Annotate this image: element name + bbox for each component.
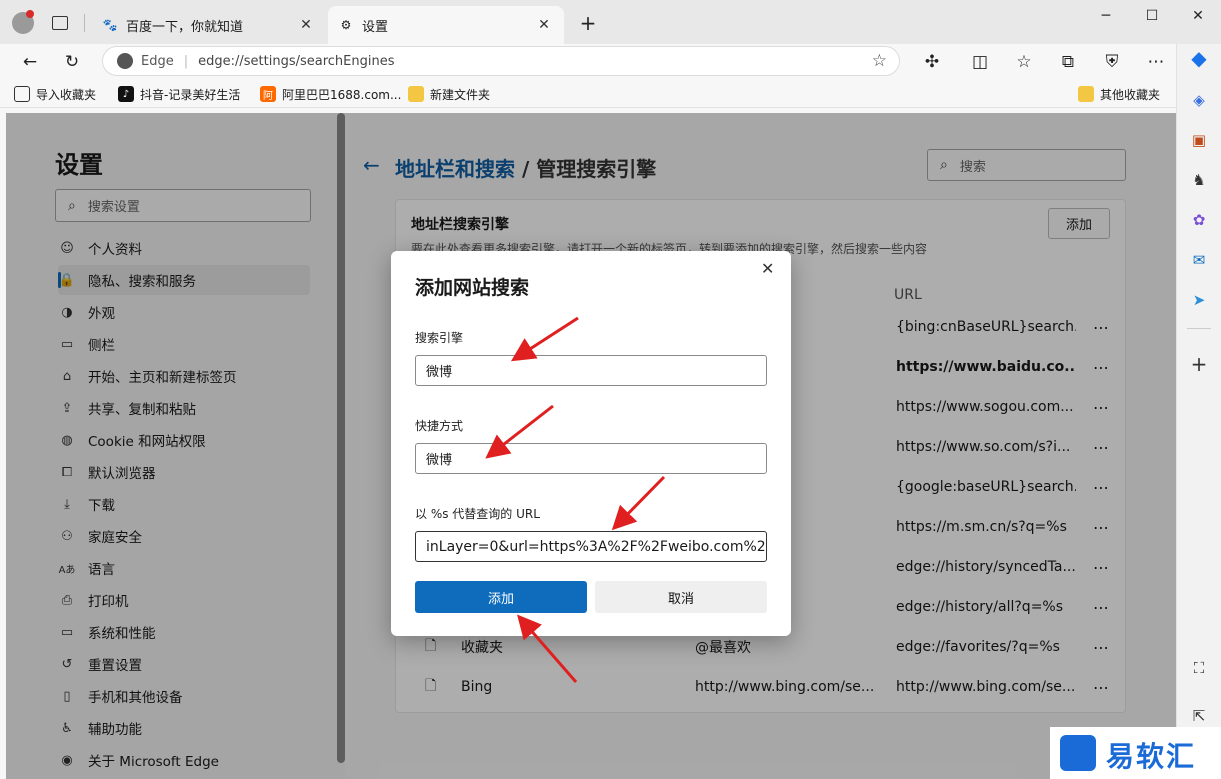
favorites-icon[interactable]: ☆ [1010, 48, 1038, 76]
favorite-label: 抖音-记录美好生活 [140, 87, 241, 102]
watermark-text: 易软汇 [1106, 740, 1197, 773]
close-icon[interactable]: ✕ [534, 17, 554, 33]
external-icon[interactable]: ⇱ [1187, 704, 1211, 728]
toolbox-icon[interactable]: ▣ [1187, 128, 1211, 152]
tab-actions-icon[interactable] [52, 16, 68, 30]
alibaba-icon: 阿 [260, 86, 276, 102]
outlook-icon[interactable]: ✉ [1187, 248, 1211, 272]
screenshot-icon[interactable]: ⛶ [1187, 656, 1211, 680]
favorites-bar: 导入收藏夹 ♪ 抖音-记录美好生活 阿 阿里巴巴1688.com... 新建文件… [0, 80, 1176, 108]
collections-icon[interactable]: ⧉ [1054, 48, 1082, 76]
toolbar: ← ↻ Edge | edge://settings/searchEngines… [0, 44, 1176, 78]
url-text[interactable]: edge://settings/searchEngines [198, 54, 394, 69]
more-icon[interactable]: ⋯ [1142, 48, 1170, 76]
extensions-icon[interactable]: ✣ [918, 48, 946, 76]
add-button[interactable]: 添加 [415, 581, 587, 613]
tab-label: 百度一下，你就知道 [126, 19, 244, 35]
edge-icon [117, 53, 133, 69]
tab-label: 设置 [362, 19, 389, 35]
folder-icon [408, 86, 424, 102]
shortcut-input[interactable]: 微博 [415, 443, 767, 474]
cancel-button[interactable]: 取消 [595, 581, 767, 613]
send-icon[interactable]: ➤ [1187, 288, 1211, 312]
close-icon[interactable]: ✕ [296, 17, 316, 33]
engine-input[interactable]: 微博 [415, 355, 767, 386]
favorite-star-icon[interactable]: ☆ [872, 51, 887, 71]
split-screen-icon[interactable]: ◫ [966, 48, 994, 76]
douyin-icon: ♪ [118, 86, 134, 102]
new-tab-button[interactable]: + [576, 12, 600, 36]
favorite-import[interactable]: 导入收藏夹 [14, 84, 96, 104]
close-window-button[interactable]: ✕ [1175, 0, 1221, 32]
chess-icon[interactable]: ♞ [1187, 168, 1211, 192]
add-site-search-dialog: 添加网站搜索 ✕ 搜索引擎 微博 快捷方式 微博 以 %s 代替查询的 URL … [391, 251, 791, 636]
maximize-button[interactable]: ☐ [1129, 0, 1175, 32]
other-favorites[interactable]: 其他收藏夹 [1078, 84, 1160, 104]
favorite-label: 阿里巴巴1688.com... [282, 87, 402, 102]
minimize-button[interactable]: ─ [1083, 0, 1129, 32]
site-label: Edge [141, 53, 174, 69]
browser-essentials-icon[interactable]: ⛨ [1098, 48, 1126, 76]
import-icon [14, 86, 30, 102]
sidebar-divider [1187, 328, 1211, 329]
dialog-title: 添加网站搜索 [415, 277, 530, 299]
folder-icon [1078, 86, 1094, 102]
baidu-icon: 🐾 [102, 18, 118, 32]
address-divider: | [183, 53, 189, 69]
favorite-label: 导入收藏夹 [36, 87, 97, 102]
tag-icon[interactable]: ◈ [1187, 88, 1211, 112]
url-input[interactable]: inLayer=0&url=https%3A%2F%2Fweibo.com%2F [415, 531, 767, 562]
watermark: 易软汇 [1050, 727, 1221, 779]
favorite-douyin[interactable]: ♪ 抖音-记录美好生活 [118, 84, 240, 104]
address-bar[interactable]: Edge | edge://settings/searchEngines ☆ [102, 46, 900, 76]
title-bar: 🐾 百度一下，你就知道 ✕ ⚙ 设置 ✕ + ─ ☐ ✕ [0, 0, 1221, 44]
watermark-logo-icon [1060, 735, 1096, 771]
shortcut-label: 快捷方式 [415, 419, 464, 433]
tab-settings[interactable]: ⚙ 设置 ✕ [328, 6, 564, 44]
url-label: 以 %s 代替查询的 URL [415, 507, 540, 521]
add-icon[interactable]: + [1187, 352, 1211, 376]
favorite-label: 新建文件夹 [430, 87, 491, 102]
back-arrow-icon[interactable]: ← [16, 48, 44, 76]
m365-icon[interactable]: ✿ [1187, 208, 1211, 232]
close-icon[interactable]: ✕ [761, 259, 774, 278]
favorite-1688[interactable]: 阿 阿里巴巴1688.com... [260, 84, 401, 104]
gear-icon: ⚙ [340, 18, 352, 32]
refresh-icon[interactable]: ↻ [58, 48, 86, 76]
copilot-icon[interactable]: ◆ [1187, 46, 1211, 70]
engine-label: 搜索引擎 [415, 331, 464, 345]
profile-avatar-icon[interactable] [12, 10, 34, 34]
tab-baidu[interactable]: 🐾 百度一下，你就知道 ✕ [92, 6, 326, 44]
tab-divider [84, 14, 85, 32]
edge-sidebar: ◆ ◈ ▣ ♞ ✿ ✉ ➤ + ⛶ ⇱ [1176, 44, 1221, 779]
favorite-new-folder[interactable]: 新建文件夹 [408, 84, 490, 104]
favorite-label: 其他收藏夹 [1100, 87, 1161, 102]
